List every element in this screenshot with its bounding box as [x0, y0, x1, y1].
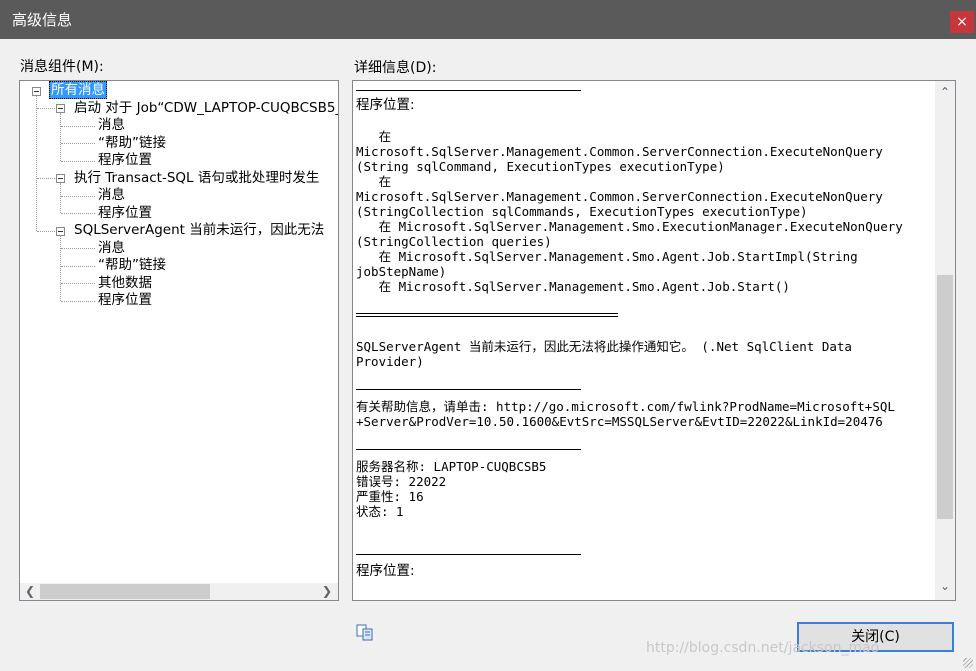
window-title: 高级信息: [12, 11, 73, 29]
collapse-icon[interactable]: [32, 87, 41, 96]
scrollbar-thumb[interactable]: [937, 275, 953, 519]
detail-program-location-heading: 程序位置:: [356, 563, 415, 579]
tree-node-help-link[interactable]: “帮助”链接: [98, 135, 166, 152]
double-separator-line: [356, 313, 618, 317]
resize-grip-icon[interactable]: [963, 658, 973, 668]
tree-guide: [61, 248, 95, 249]
tree-node-program-location[interactable]: 程序位置: [98, 205, 152, 222]
error-message-line: Provider): [356, 354, 424, 369]
separator-line: [356, 389, 581, 390]
help-link-line: +Server&ProdVer=10.50.1600&EvtSrc=MSSQLS…: [356, 414, 883, 429]
details-vertical-scrollbar[interactable]: ⌃ ⌄: [935, 81, 955, 600]
separator-line: [356, 90, 581, 91]
details-textbox[interactable]: 程序位置: 在 Microsoft.SqlServer.Management.C…: [352, 80, 956, 601]
tree-guide: [37, 231, 55, 232]
tree-guide: [37, 108, 55, 109]
tree-guide: [61, 196, 95, 197]
message-components-label: 消息组件(M):: [20, 59, 104, 75]
server-name-line: 服务器名称: LAPTOP-CUQBCSB5: [356, 459, 547, 474]
tree-node-sqlserveragent-not-running[interactable]: SQLServerAgent 当前未运行，因此无法: [74, 222, 324, 239]
stack-trace-line: (StringCollection queries): [356, 234, 552, 249]
tree-guide: [61, 283, 95, 284]
tree-guide: [60, 236, 61, 301]
collapse-icon[interactable]: [56, 174, 65, 183]
stack-trace-line: 在: [356, 129, 392, 144]
tree-node-start-job[interactable]: 启动 对于 Job“CDW_LAPTOP-CUQBCSB5_: [74, 100, 338, 117]
tree-node-additional-data[interactable]: 其他数据: [98, 275, 152, 292]
collapse-icon[interactable]: [56, 104, 65, 113]
collapse-icon[interactable]: [56, 227, 65, 236]
scroll-right-icon[interactable]: ❯: [322, 584, 332, 598]
scrollbar-thumb[interactable]: [40, 584, 210, 599]
stack-trace-line: (StringCollection sqlCommands, Execution…: [356, 204, 808, 219]
stack-trace-line: Microsoft.SqlServer.Management.Common.Se…: [356, 189, 883, 204]
copy-icon[interactable]: [356, 623, 376, 641]
tree-guide: [61, 161, 95, 162]
tree-guide: [61, 213, 95, 214]
tree-guide: [37, 178, 55, 179]
stack-trace-line: 在 Microsoft.SqlServer.Management.Smo.Age…: [356, 249, 858, 264]
detail-program-location-heading: 程序位置:: [356, 97, 415, 113]
tree-guide: [61, 143, 95, 144]
tree-guide: [61, 301, 95, 302]
state-line: 状态: 1: [356, 504, 404, 519]
watermark: http://blog.csdn.net/jackson_mao: [646, 640, 880, 656]
help-link-line: 有关帮助信息，请单击: http://go.microsoft.com/fwli…: [356, 399, 895, 414]
tree-node-execute-tsql[interactable]: 执行 Transact-SQL 语句或批处理时发生: [74, 170, 319, 187]
severity-line: 严重性: 16: [356, 489, 424, 504]
stack-trace-line: Microsoft.SqlServer.Management.Common.Se…: [356, 144, 883, 159]
scroll-up-icon[interactable]: ⌃: [940, 85, 950, 99]
details-label: 详细信息(D):: [354, 60, 437, 76]
tree-guide: [61, 266, 95, 267]
scroll-down-icon[interactable]: ⌄: [940, 579, 950, 593]
tree-node-help-link[interactable]: “帮助”链接: [98, 257, 166, 274]
message-tree[interactable]: 所有消息 启动 对于 Job“CDW_LAPTOP-CUQBCSB5_ 消息 “…: [19, 80, 339, 601]
error-message-line: SQLServerAgent 当前未运行，因此无法将此操作通知它。 (.Net …: [356, 339, 852, 354]
stack-trace-line: 在 Microsoft.SqlServer.Management.Smo.Exe…: [356, 219, 903, 234]
stack-trace-line: (String sqlCommand, ExecutionTypes execu…: [356, 159, 725, 174]
title-bar: 高级信息 ×: [0, 0, 976, 39]
separator-line: [356, 449, 581, 450]
tree-node-program-location[interactable]: 程序位置: [98, 292, 152, 309]
tree-node-all-messages[interactable]: 所有消息: [49, 81, 107, 99]
tree-horizontal-scrollbar[interactable]: ❮ ❯: [20, 583, 338, 600]
stack-trace-line: 在 Microsoft.SqlServer.Management.Smo.Age…: [356, 279, 790, 294]
tree-node-message[interactable]: 消息: [98, 240, 125, 257]
stack-trace-line: 在: [356, 174, 392, 189]
stack-trace-line: jobStepName): [356, 264, 447, 279]
close-window-icon[interactable]: ×: [950, 11, 974, 33]
tree-node-program-location[interactable]: 程序位置: [98, 152, 152, 169]
tree-guide: [36, 95, 37, 231]
tree-node-message[interactable]: 消息: [98, 117, 125, 134]
separator-line: [356, 554, 581, 555]
tree-node-message[interactable]: 消息: [98, 187, 125, 204]
tree-guide: [60, 113, 61, 161]
tree-guide: [61, 126, 95, 127]
tree-guide: [60, 183, 61, 213]
scroll-left-icon[interactable]: ❮: [25, 584, 35, 598]
error-number-line: 错误号: 22022: [356, 474, 447, 489]
